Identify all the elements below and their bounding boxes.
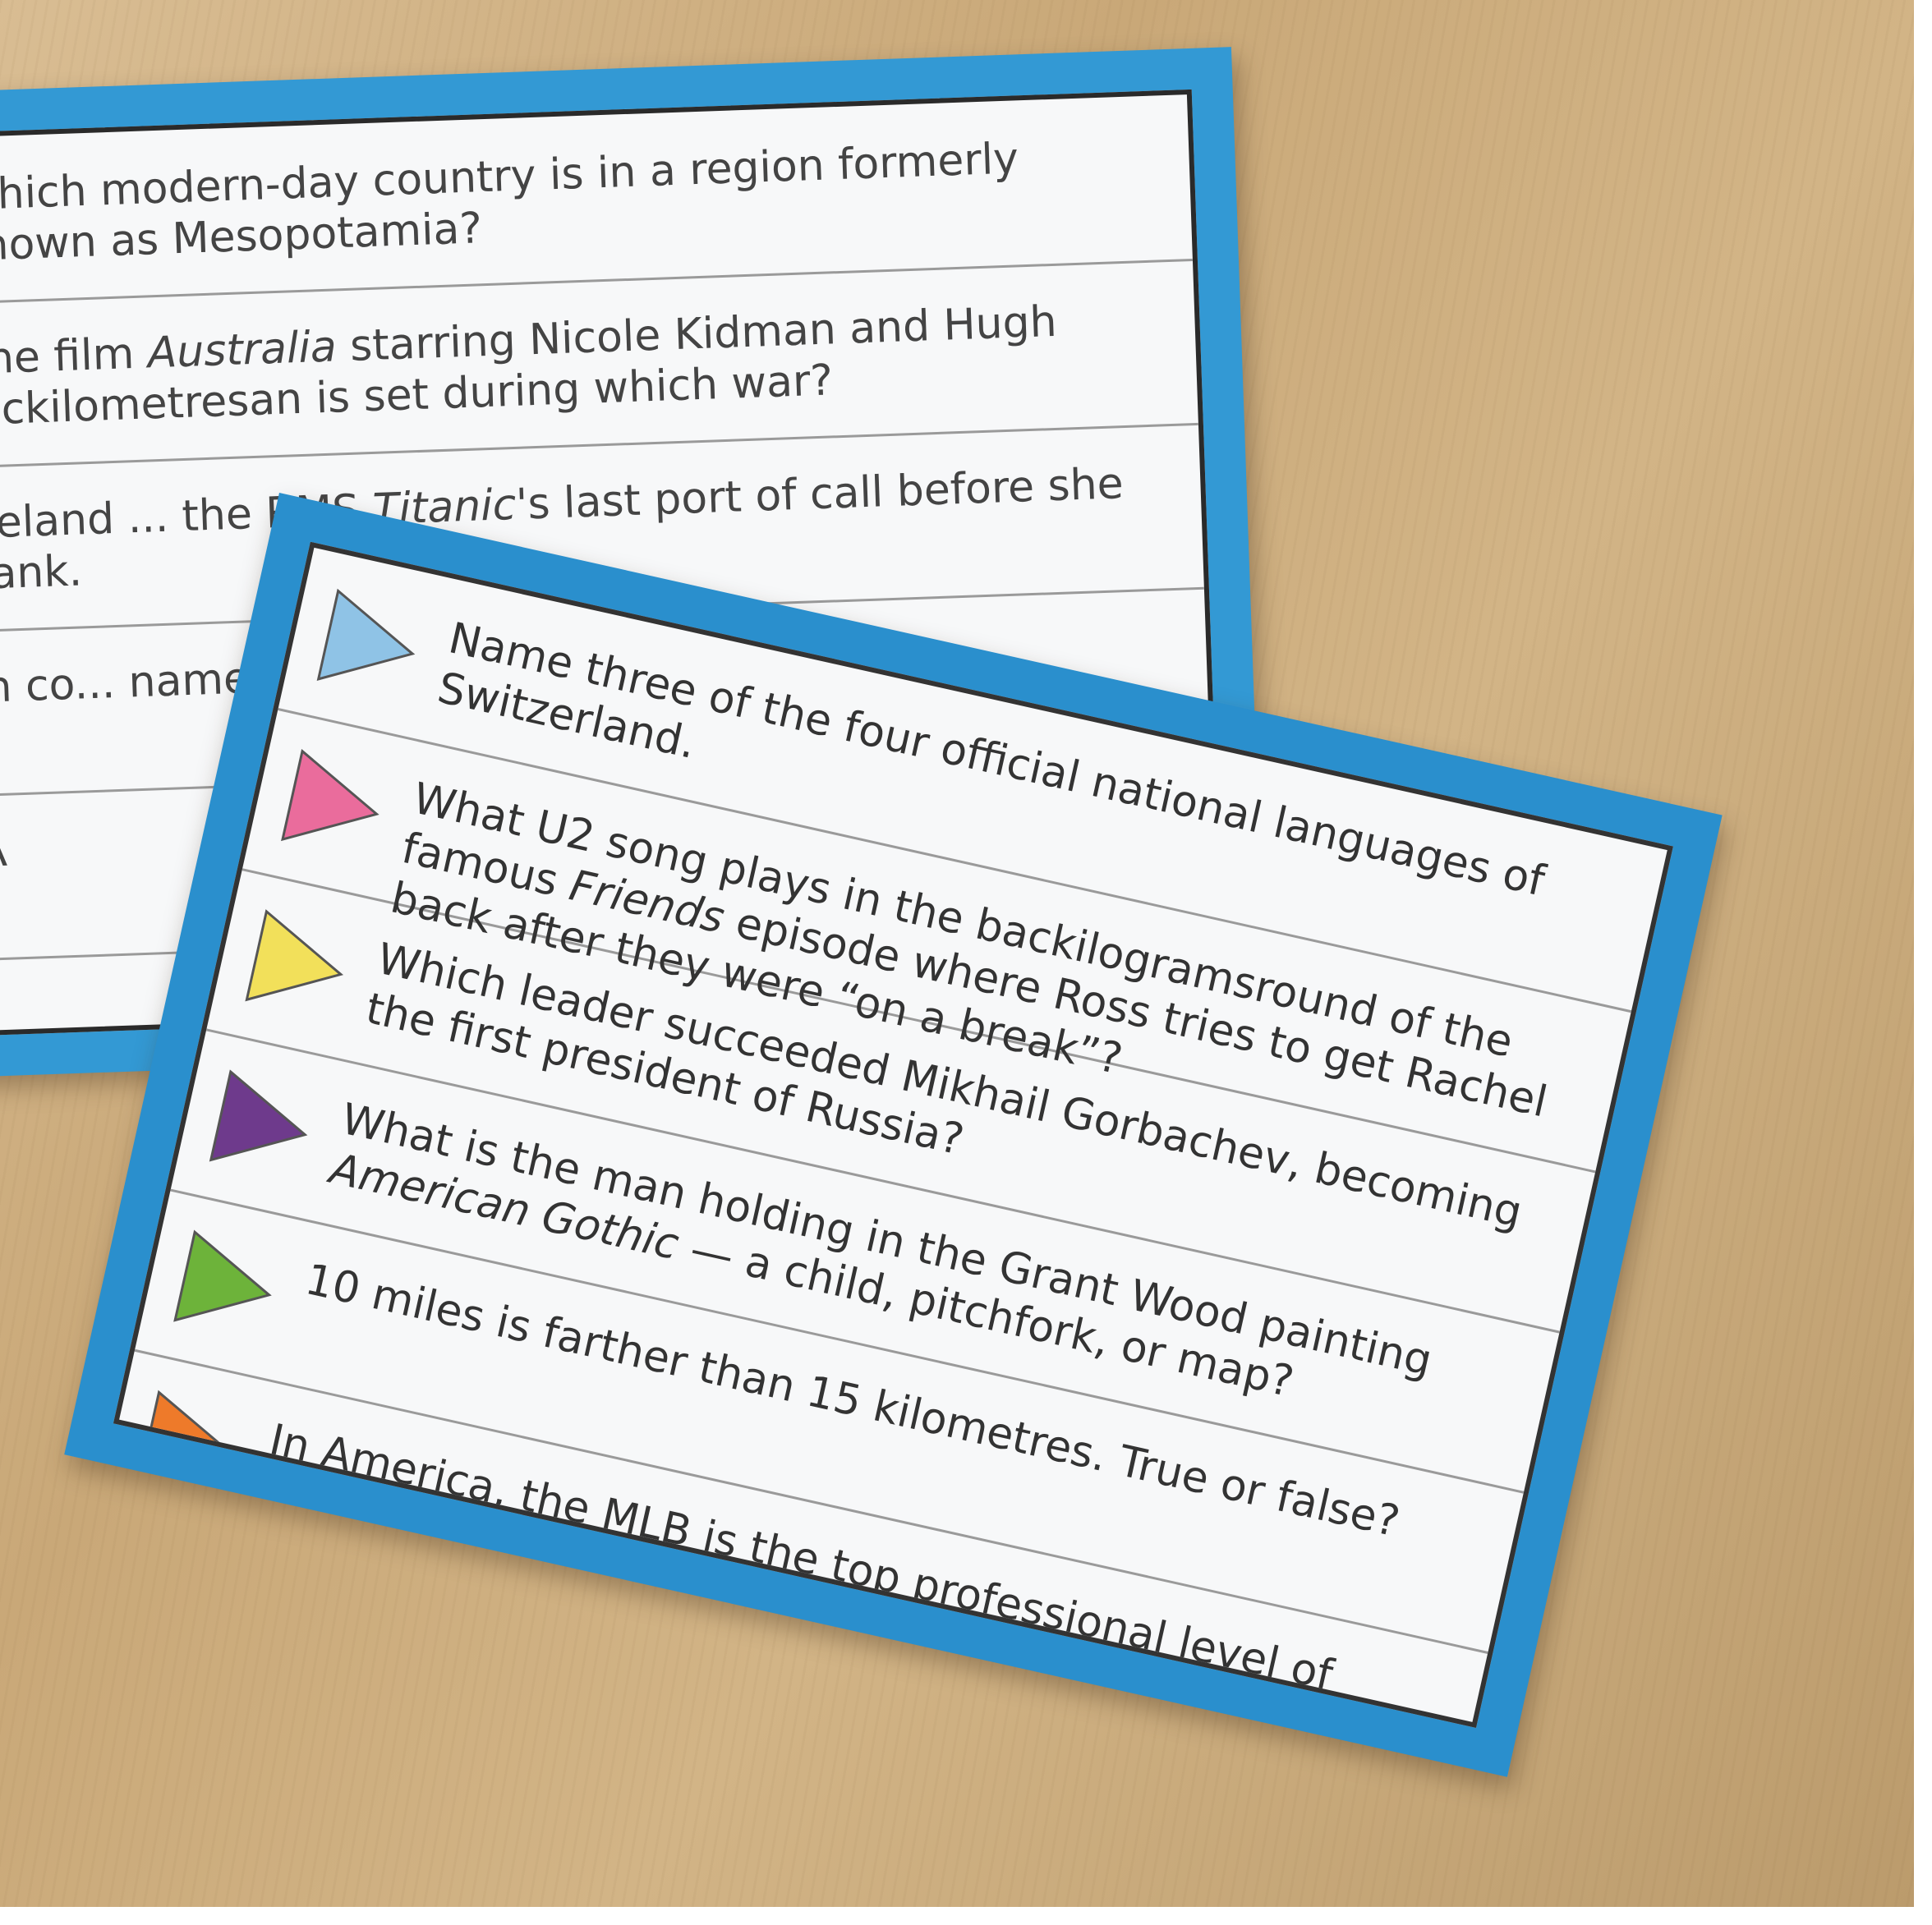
desk-background: Which modern-day country is in a region …: [0, 0, 1914, 1907]
yellow-triangle-icon: [245, 909, 344, 1002]
question-text-part: The film: [0, 329, 136, 385]
green-triangle-icon: [173, 1229, 272, 1322]
question-title-italic: Australia: [146, 322, 338, 379]
pink-triangle-icon: [281, 748, 380, 842]
question-text: The film Australia starring Nicole Kidma…: [0, 292, 1173, 436]
blue-triangle-icon: [316, 588, 416, 681]
purple-triangle-icon: [209, 1069, 308, 1162]
question-text: Which modern-day country is in a region …: [0, 134, 1019, 272]
